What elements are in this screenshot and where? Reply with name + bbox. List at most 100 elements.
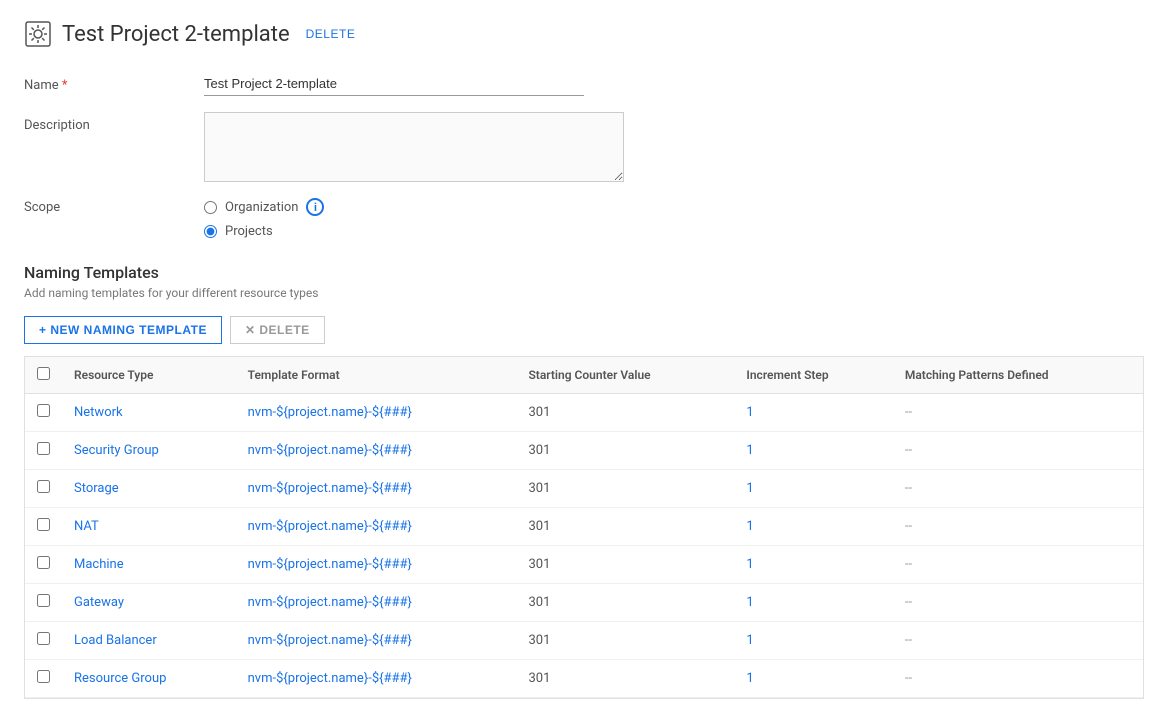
matching-patterns-cell: -- <box>893 394 1143 432</box>
template-format-cell: nvm-${project.name}-${###} <box>236 470 517 508</box>
template-format-cell: nvm-${project.name}-${###} <box>236 394 517 432</box>
col-template-format: Template Format <box>236 357 517 394</box>
matching-patterns-cell: -- <box>893 584 1143 622</box>
table-row: Gateway nvm-${project.name}-${###} 301 1… <box>25 584 1143 622</box>
row-checkbox-3[interactable] <box>37 518 50 531</box>
row-checkbox-cell <box>25 432 62 470</box>
scope-row: Scope Organization i Projects <box>24 198 1144 239</box>
resource-type-link[interactable]: Resource Group <box>74 671 166 686</box>
select-all-header <box>25 357 62 394</box>
col-resource-type: Resource Type <box>62 357 236 394</box>
table-row: Resource Group nvm-${project.name}-${###… <box>25 660 1143 698</box>
resource-type-cell: NAT <box>62 508 236 546</box>
description-textarea[interactable] <box>204 112 624 182</box>
resource-type-cell: Gateway <box>62 584 236 622</box>
resource-type-link[interactable]: Load Balancer <box>74 633 157 648</box>
name-label: Name * <box>24 72 204 93</box>
increment-step-cell: 1 <box>734 584 892 622</box>
increment-step-cell: 1 <box>734 394 892 432</box>
increment-step-cell: 1 <box>734 508 892 546</box>
col-starting-counter: Starting Counter Value <box>516 357 734 394</box>
resource-type-link[interactable]: Machine <box>74 557 124 572</box>
increment-step-cell: 1 <box>734 622 892 660</box>
starting-counter-cell: 301 <box>516 584 734 622</box>
resource-type-link[interactable]: Storage <box>74 481 119 496</box>
row-checkbox-4[interactable] <box>37 556 50 569</box>
resource-type-link[interactable]: NAT <box>74 519 99 534</box>
matching-patterns-cell: -- <box>893 546 1143 584</box>
naming-templates-table-container: Resource Type Template Format Starting C… <box>24 356 1144 699</box>
starting-counter-cell: 301 <box>516 660 734 698</box>
resource-type-cell: Machine <box>62 546 236 584</box>
row-checkbox-cell <box>25 470 62 508</box>
matching-patterns-cell: -- <box>893 432 1143 470</box>
table-row: Load Balancer nvm-${project.name}-${###}… <box>25 622 1143 660</box>
template-format-cell: nvm-${project.name}-${###} <box>236 584 517 622</box>
row-checkbox-cell <box>25 660 62 698</box>
scope-organization-label: Organization <box>225 200 298 215</box>
row-checkbox-cell <box>25 622 62 660</box>
page-header: Test Project 2-template DELETE <box>24 20 1144 48</box>
naming-templates-table: Resource Type Template Format Starting C… <box>25 357 1143 698</box>
template-format-cell: nvm-${project.name}-${###} <box>236 432 517 470</box>
scope-projects-option[interactable]: Projects <box>204 224 324 239</box>
table-row: Security Group nvm-${project.name}-${###… <box>25 432 1143 470</box>
template-format-cell: nvm-${project.name}-${###} <box>236 508 517 546</box>
starting-counter-cell: 301 <box>516 622 734 660</box>
naming-templates-section: Naming Templates Add naming templates fo… <box>24 263 1144 699</box>
resource-type-link[interactable]: Security Group <box>74 443 159 458</box>
table-row: Machine nvm-${project.name}-${###} 301 1… <box>25 546 1143 584</box>
col-matching-patterns: Matching Patterns Defined <box>893 357 1143 394</box>
row-checkbox-1[interactable] <box>37 442 50 455</box>
info-icon[interactable]: i <box>306 198 324 216</box>
select-all-checkbox[interactable] <box>37 367 50 380</box>
matching-patterns-cell: -- <box>893 622 1143 660</box>
scope-organization-radio[interactable] <box>204 201 217 214</box>
name-input[interactable] <box>204 72 584 96</box>
row-checkbox-cell <box>25 546 62 584</box>
new-naming-template-button[interactable]: + NEW NAMING TEMPLATE <box>24 316 222 344</box>
template-format-cell: nvm-${project.name}-${###} <box>236 546 517 584</box>
col-increment-step: Increment Step <box>734 357 892 394</box>
matching-patterns-cell: -- <box>893 660 1143 698</box>
row-checkbox-cell <box>25 394 62 432</box>
row-checkbox-5[interactable] <box>37 594 50 607</box>
delete-button[interactable]: DELETE <box>306 27 356 41</box>
scope-label: Scope <box>24 198 204 215</box>
table-header-row: Resource Type Template Format Starting C… <box>25 357 1143 394</box>
row-checkbox-0[interactable] <box>37 404 50 417</box>
description-label: Description <box>24 112 204 133</box>
table-row: Network nvm-${project.name}-${###} 301 1… <box>25 394 1143 432</box>
resource-type-link[interactable]: Gateway <box>74 595 124 610</box>
name-field-row: Name * <box>24 72 1144 96</box>
row-checkbox-cell <box>25 584 62 622</box>
increment-step-cell: 1 <box>734 546 892 584</box>
scope-organization-option[interactable]: Organization <box>204 200 298 215</box>
starting-counter-cell: 301 <box>516 508 734 546</box>
starting-counter-cell: 301 <box>516 546 734 584</box>
resource-type-cell: Network <box>62 394 236 432</box>
increment-step-cell: 1 <box>734 432 892 470</box>
increment-step-cell: 1 <box>734 660 892 698</box>
resource-type-cell: Storage <box>62 470 236 508</box>
template-format-cell: nvm-${project.name}-${###} <box>236 660 517 698</box>
scope-projects-label: Projects <box>225 224 273 239</box>
scope-options: Organization i Projects <box>204 198 324 239</box>
table-row: NAT nvm-${project.name}-${###} 301 1 -- <box>25 508 1143 546</box>
row-checkbox-cell <box>25 508 62 546</box>
starting-counter-cell: 301 <box>516 470 734 508</box>
scope-projects-radio[interactable] <box>204 225 217 238</box>
increment-step-cell: 1 <box>734 470 892 508</box>
resource-type-link[interactable]: Network <box>74 405 123 420</box>
row-checkbox-6[interactable] <box>37 632 50 645</box>
required-star: * <box>62 78 68 93</box>
row-checkbox-2[interactable] <box>37 480 50 493</box>
section-subtitle: Add naming templates for your different … <box>24 286 1144 300</box>
section-title: Naming Templates <box>24 263 1144 282</box>
delete-naming-template-button[interactable]: ✕ DELETE <box>230 316 325 344</box>
starting-counter-cell: 301 <box>516 394 734 432</box>
resource-type-cell: Security Group <box>62 432 236 470</box>
template-format-cell: nvm-${project.name}-${###} <box>236 622 517 660</box>
table-row: Storage nvm-${project.name}-${###} 301 1… <box>25 470 1143 508</box>
row-checkbox-7[interactable] <box>37 670 50 683</box>
